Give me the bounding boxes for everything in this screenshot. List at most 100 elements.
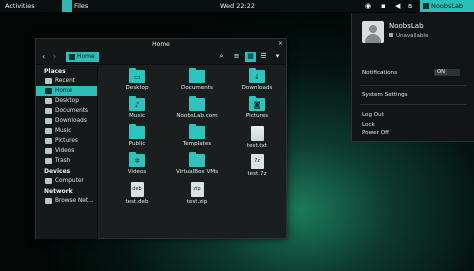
sidebar-item-recent[interactable]: Recent (36, 76, 97, 86)
devices-header: Devices (44, 168, 71, 175)
user-menu-button[interactable]: NoobsLab (420, 0, 474, 12)
bluetooth-icon[interactable]: ʙ (408, 2, 412, 10)
home-icon (69, 54, 75, 60)
sidebar-item-trash[interactable]: Trash (36, 156, 97, 166)
file-label: Templates (182, 141, 212, 147)
toolbar: ‹ › Home ⌕ ≡ ▦ ☰ ▾ (36, 49, 286, 65)
file-label: Desktop (125, 85, 149, 91)
forward-button[interactable]: › (53, 52, 56, 61)
file-item[interactable]: 7z test.7z (227, 154, 287, 177)
icon-glyph: ♪ (134, 101, 140, 109)
sidebar-item-label: Recent (55, 78, 76, 84)
music-icon (45, 128, 52, 134)
files-app-icon[interactable] (62, 0, 72, 12)
file-label: Music (129, 113, 145, 119)
list-view-icon[interactable]: ☰ (258, 52, 269, 62)
desktop-folder-icon: ▭ (129, 68, 145, 83)
status-selector[interactable]: Unavailable (389, 33, 428, 39)
file-label: test.7z (247, 171, 267, 177)
sidebar-item-label: Trash (55, 158, 71, 164)
options-icon[interactable]: ▾ (272, 52, 283, 62)
file-item[interactable]: deb test.deb (107, 182, 167, 205)
file-item[interactable]: Documents (167, 68, 227, 91)
file-item[interactable]: zip test.zip (167, 182, 227, 205)
sidebar-item-label: Downloads (55, 118, 87, 124)
sidebar-item-label: Home (55, 88, 73, 94)
sidebar-item-downloads[interactable]: Downloads (36, 116, 97, 126)
sidebar-item-label: Videos (55, 148, 75, 154)
search-icon[interactable]: ⌕ (216, 52, 227, 62)
notifications-toggle[interactable]: ON (434, 69, 460, 76)
sidebar-item-documents[interactable]: Documents (36, 106, 97, 116)
grid-view-icon[interactable]: ▦ (245, 52, 256, 62)
icon-glyph: ✲ (134, 157, 140, 165)
sidebar-item-label: Documents (55, 108, 89, 114)
icon-glyph: ◙ (253, 101, 261, 109)
file-manager-window: Home × ‹ › Home ⌕ ≡ ▦ ☰ ▾ Places Recent H… (35, 38, 287, 239)
file-item[interactable]: ✲ Videos (107, 152, 167, 175)
sidebar-item-label: Pictures (55, 138, 78, 144)
window-title: Home (36, 39, 286, 49)
file-label: Videos (127, 169, 147, 175)
file-item[interactable]: ◙ Pictures (227, 96, 287, 119)
accessibility-icon[interactable]: ◉ (365, 2, 371, 10)
public-folder-icon (129, 124, 145, 139)
file-item[interactable]: VirtualBox VMs (167, 152, 227, 175)
sidebar-item-home[interactable]: Home (36, 86, 97, 96)
sidebar: Places Recent Home Desktop Documents Downloa… (36, 66, 98, 239)
file-item[interactable]: ▭ Desktop (107, 68, 167, 91)
devices-list: Computer (36, 176, 97, 186)
computer-icon (45, 178, 52, 184)
user-menu-label: NoobsLab (431, 2, 464, 10)
sidebar-item-videos[interactable]: Videos (36, 146, 97, 156)
places-list: Recent Home Desktop Documents Downloads Music… (36, 76, 97, 166)
file-label: Documents (181, 85, 213, 91)
music-folder-icon: ♪ (129, 96, 145, 111)
trash-icon (45, 158, 52, 164)
file-item[interactable]: Templates (167, 124, 227, 147)
sidebar-item-computer[interactable]: Computer (36, 176, 97, 186)
keyboard-icon[interactable]: ▪ (381, 2, 386, 10)
sidebar-item-pictures[interactable]: Pictures (36, 136, 97, 146)
volume-icon[interactable]: ◀ (395, 2, 400, 10)
file-grid: ▭ Desktop Documents ↓ Downloads ♪ Music NoobsLa… (99, 66, 287, 239)
icon-glyph: zip (193, 186, 201, 192)
path-label: Home (77, 53, 95, 60)
file-item[interactable]: ♪ Music (107, 96, 167, 119)
user-status-icon (423, 3, 429, 9)
back-button[interactable]: ‹ (42, 52, 45, 61)
system-settings-item[interactable]: System Settings (362, 92, 408, 98)
file-label: VirtualBox VMs (175, 169, 219, 175)
pictures-folder-icon: ◙ (249, 96, 265, 111)
file-item[interactable]: ↓ Downloads (227, 68, 287, 91)
sidebar-item-label: Music (55, 128, 72, 134)
close-icon[interactable]: × (278, 40, 283, 47)
icon-glyph: ↓ (254, 73, 260, 81)
lock-item[interactable]: Lock (362, 122, 375, 128)
network-list: Browse Net... (36, 196, 97, 206)
icon-glyph: deb (132, 186, 142, 192)
recent-icon (45, 78, 52, 84)
file-item[interactable]: test.txt (227, 126, 287, 149)
sidebar-item-browse-net[interactable]: Browse Net... (36, 196, 97, 206)
path-home-button[interactable]: Home (66, 52, 99, 62)
notifications-label: Notifications (362, 70, 398, 76)
log-out-item[interactable]: Log Out (362, 112, 384, 118)
divider (360, 104, 467, 105)
file-label: Pictures (245, 113, 269, 119)
sidebar-item-desktop[interactable]: Desktop (36, 96, 97, 106)
places-header: Places (44, 68, 66, 75)
sidebar-item-music[interactable]: Music (36, 126, 97, 136)
file-item[interactable]: NoobsLab.com (167, 96, 227, 119)
videos-folder-icon: ✲ (129, 152, 145, 167)
power-off-item[interactable]: Power Off (362, 130, 389, 136)
downloads-icon (45, 118, 52, 124)
menu-icon[interactable]: ≡ (231, 52, 242, 62)
downloads-folder-icon: ↓ (249, 68, 265, 83)
home-icon (45, 88, 52, 94)
activities-button[interactable]: Activities (5, 2, 35, 10)
templates-folder-icon (189, 124, 205, 139)
clock[interactable]: Wed 22:22 (220, 2, 255, 10)
app-menu-label[interactable]: Files (74, 2, 88, 10)
file-item[interactable]: Public (107, 124, 167, 147)
